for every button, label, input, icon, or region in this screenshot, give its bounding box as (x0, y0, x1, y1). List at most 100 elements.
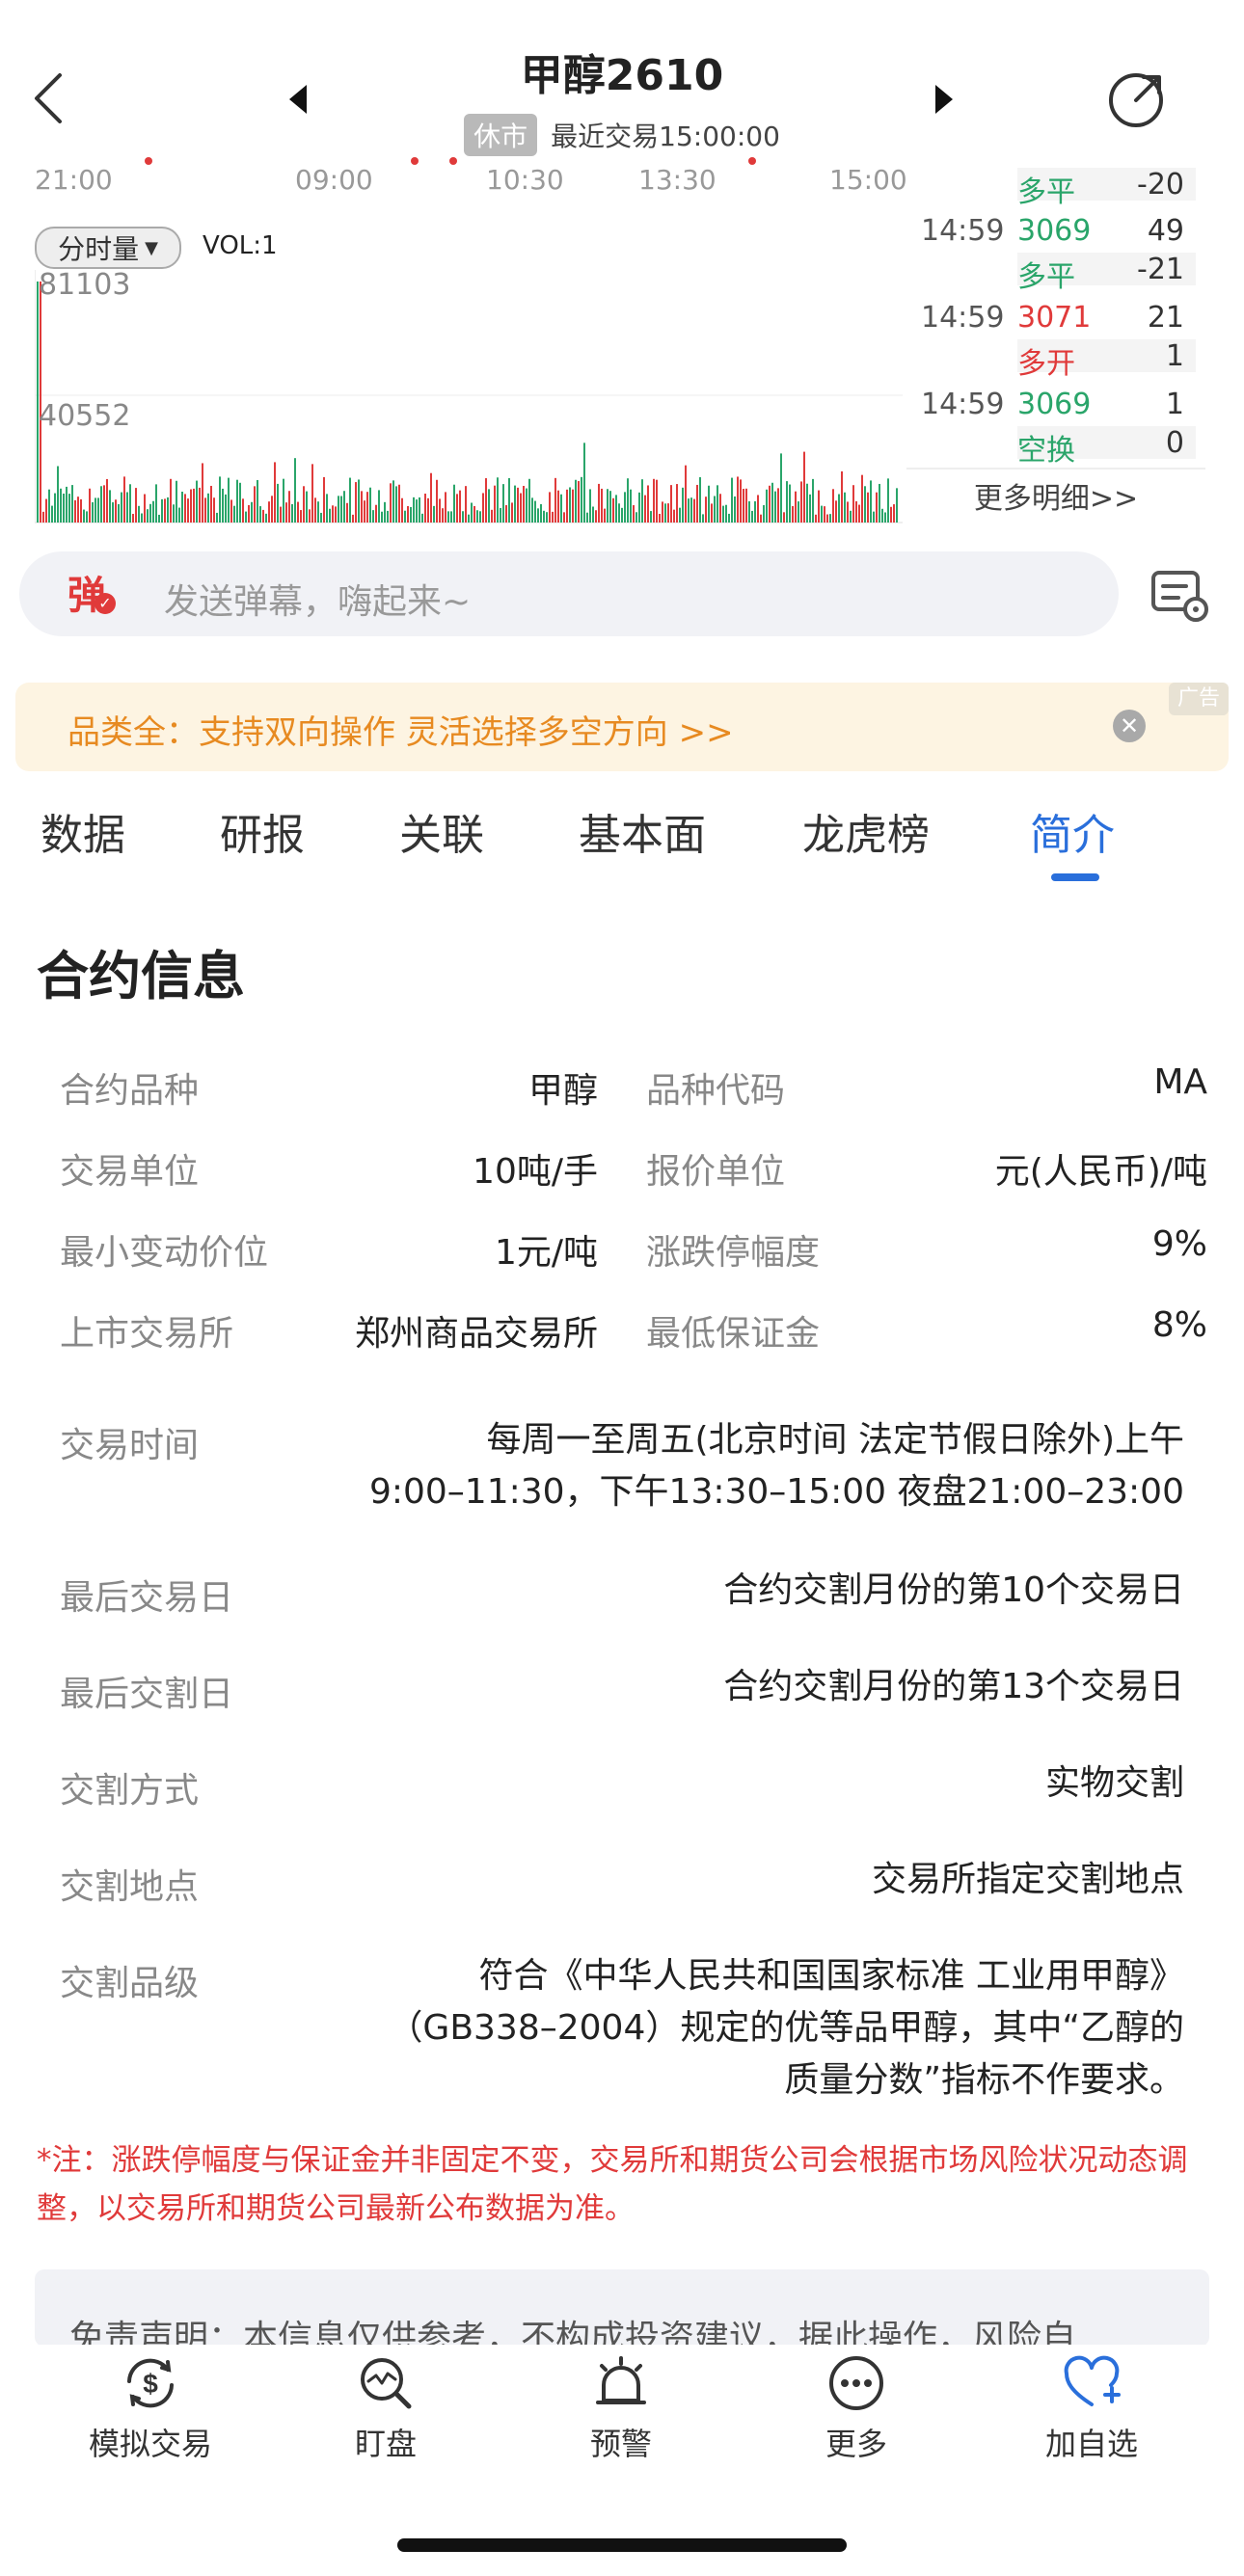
volume-bar (560, 494, 562, 523)
volume-bar (314, 497, 316, 523)
volume-bar (204, 497, 206, 523)
volume-bar (291, 503, 293, 523)
volume-bar (332, 505, 334, 523)
volume-bar (485, 478, 487, 523)
volume-bar (679, 507, 681, 523)
volume-bar (500, 507, 501, 523)
danmaku-settings-icon[interactable] (1149, 567, 1211, 625)
volume-bar (447, 511, 449, 523)
tab-leaderboard[interactable]: 龙虎榜 (802, 800, 930, 862)
tab-research[interactable]: 研报 (220, 800, 305, 862)
volume-bar (722, 505, 724, 523)
volume-bar (633, 505, 635, 523)
volume-bar (479, 511, 481, 523)
field-value: 元(人民币)/吨 (994, 1152, 1207, 1192)
volume-chart[interactable] (34, 270, 903, 525)
nav-sim-trade[interactable]: $ 模拟交易 (54, 2352, 247, 2464)
volume-bar (636, 512, 637, 523)
volume-bar (803, 451, 805, 523)
volume-bar (74, 499, 76, 523)
volume-bar (45, 498, 47, 523)
volume-bar (193, 488, 195, 523)
volume-bar (850, 510, 852, 523)
field-value: 符合《中华人民共和国国家标准 工业用甲醇》 （GB338–2004）规定的优等品… (289, 1950, 1184, 2106)
volume-bar (867, 492, 869, 523)
volume-bar (254, 486, 256, 523)
volume-bar (688, 498, 690, 523)
volume-bar (173, 504, 175, 523)
volume-bar (798, 501, 799, 523)
volume-bar (176, 480, 177, 523)
volume-bar (615, 495, 617, 523)
section-title: 合约信息 (37, 946, 245, 1006)
nav-alert[interactable]: 预警 (525, 2352, 717, 2464)
field-value: 9% (1151, 1224, 1207, 1264)
ad-text[interactable]: 品类全：支持双向操作 灵活选择多空方向 >> (68, 706, 734, 753)
field-value: 郑州商品交易所 (354, 1314, 598, 1354)
volume-bar (355, 482, 357, 523)
volume-bar (699, 477, 701, 523)
volume-bar (126, 492, 128, 523)
close-icon[interactable]: ✕ (1113, 710, 1146, 742)
nav-add-watchlist[interactable]: 加自选 (995, 2352, 1188, 2464)
volume-bar (476, 510, 478, 523)
volume-bar (650, 511, 652, 523)
field-label: 最后交易日 (60, 1578, 234, 1618)
volume-bar (465, 486, 467, 523)
volume-bar (219, 476, 221, 523)
indicator-select[interactable]: 分时量 ▼ (35, 227, 181, 269)
volume-bar (392, 480, 394, 523)
share-icon[interactable] (1107, 67, 1169, 129)
next-contract-icon[interactable] (932, 83, 955, 116)
tab-related[interactable]: 关联 (399, 800, 484, 862)
volume-bar (433, 505, 435, 523)
volume-bar (274, 462, 276, 523)
field-value: 1元/吨 (494, 1233, 598, 1273)
volume-bar (335, 506, 337, 523)
volume-bar (554, 477, 556, 523)
tab-data[interactable]: 数据 (41, 800, 125, 862)
volume-bar (717, 485, 718, 523)
more-detail-link[interactable]: 更多明细>> (906, 468, 1205, 522)
volume-bar (352, 514, 354, 523)
volume-bar (711, 503, 713, 523)
volume-bar (693, 498, 695, 523)
volume-bar (283, 478, 284, 523)
volume-bar (557, 490, 559, 523)
vol-mid-label: 40552 (39, 399, 131, 433)
volume-bar (829, 514, 831, 523)
field-label: 交易时间 (60, 1426, 200, 1465)
volume-bar (170, 478, 172, 523)
volume-bar (670, 485, 672, 523)
volume-bar (181, 491, 183, 523)
nav-label: 预警 (589, 2426, 652, 2462)
tab-intro[interactable]: 简介 (1030, 800, 1115, 862)
volume-bar (494, 485, 496, 523)
tick-type-row: 多开 1 (1017, 339, 1196, 381)
volume-bar (164, 498, 166, 523)
volume-bar (757, 495, 759, 523)
tick-type-value: -21 (1137, 253, 1184, 286)
volume-bar (413, 496, 415, 523)
tab-fundamentals[interactable]: 基本面 (579, 800, 706, 862)
volume-bar (416, 499, 418, 523)
volume-bar (427, 497, 429, 523)
volume-bar (818, 490, 820, 523)
field-value: 每周一至周五(北京时间 法定节假日除外)上午 9:00–11:30，下午13:3… (328, 1414, 1184, 1518)
volume-bar (48, 489, 50, 523)
volume-bar (528, 478, 530, 523)
tick-time: 14:59 (921, 301, 1005, 335)
nav-more[interactable]: 更多 (760, 2352, 953, 2464)
volume-bar (387, 510, 389, 523)
volume-bar (216, 512, 218, 523)
volume-bar (563, 512, 565, 523)
volume-bar (147, 509, 149, 523)
volume-bar (384, 501, 386, 523)
volume-bar (349, 477, 351, 523)
nav-watch[interactable]: 盯盘 (289, 2352, 482, 2464)
volume-bar (421, 513, 423, 523)
volume-bar (789, 484, 791, 523)
volume-bar (609, 491, 611, 523)
volume-bar (225, 494, 227, 523)
volume-bar (251, 501, 253, 523)
